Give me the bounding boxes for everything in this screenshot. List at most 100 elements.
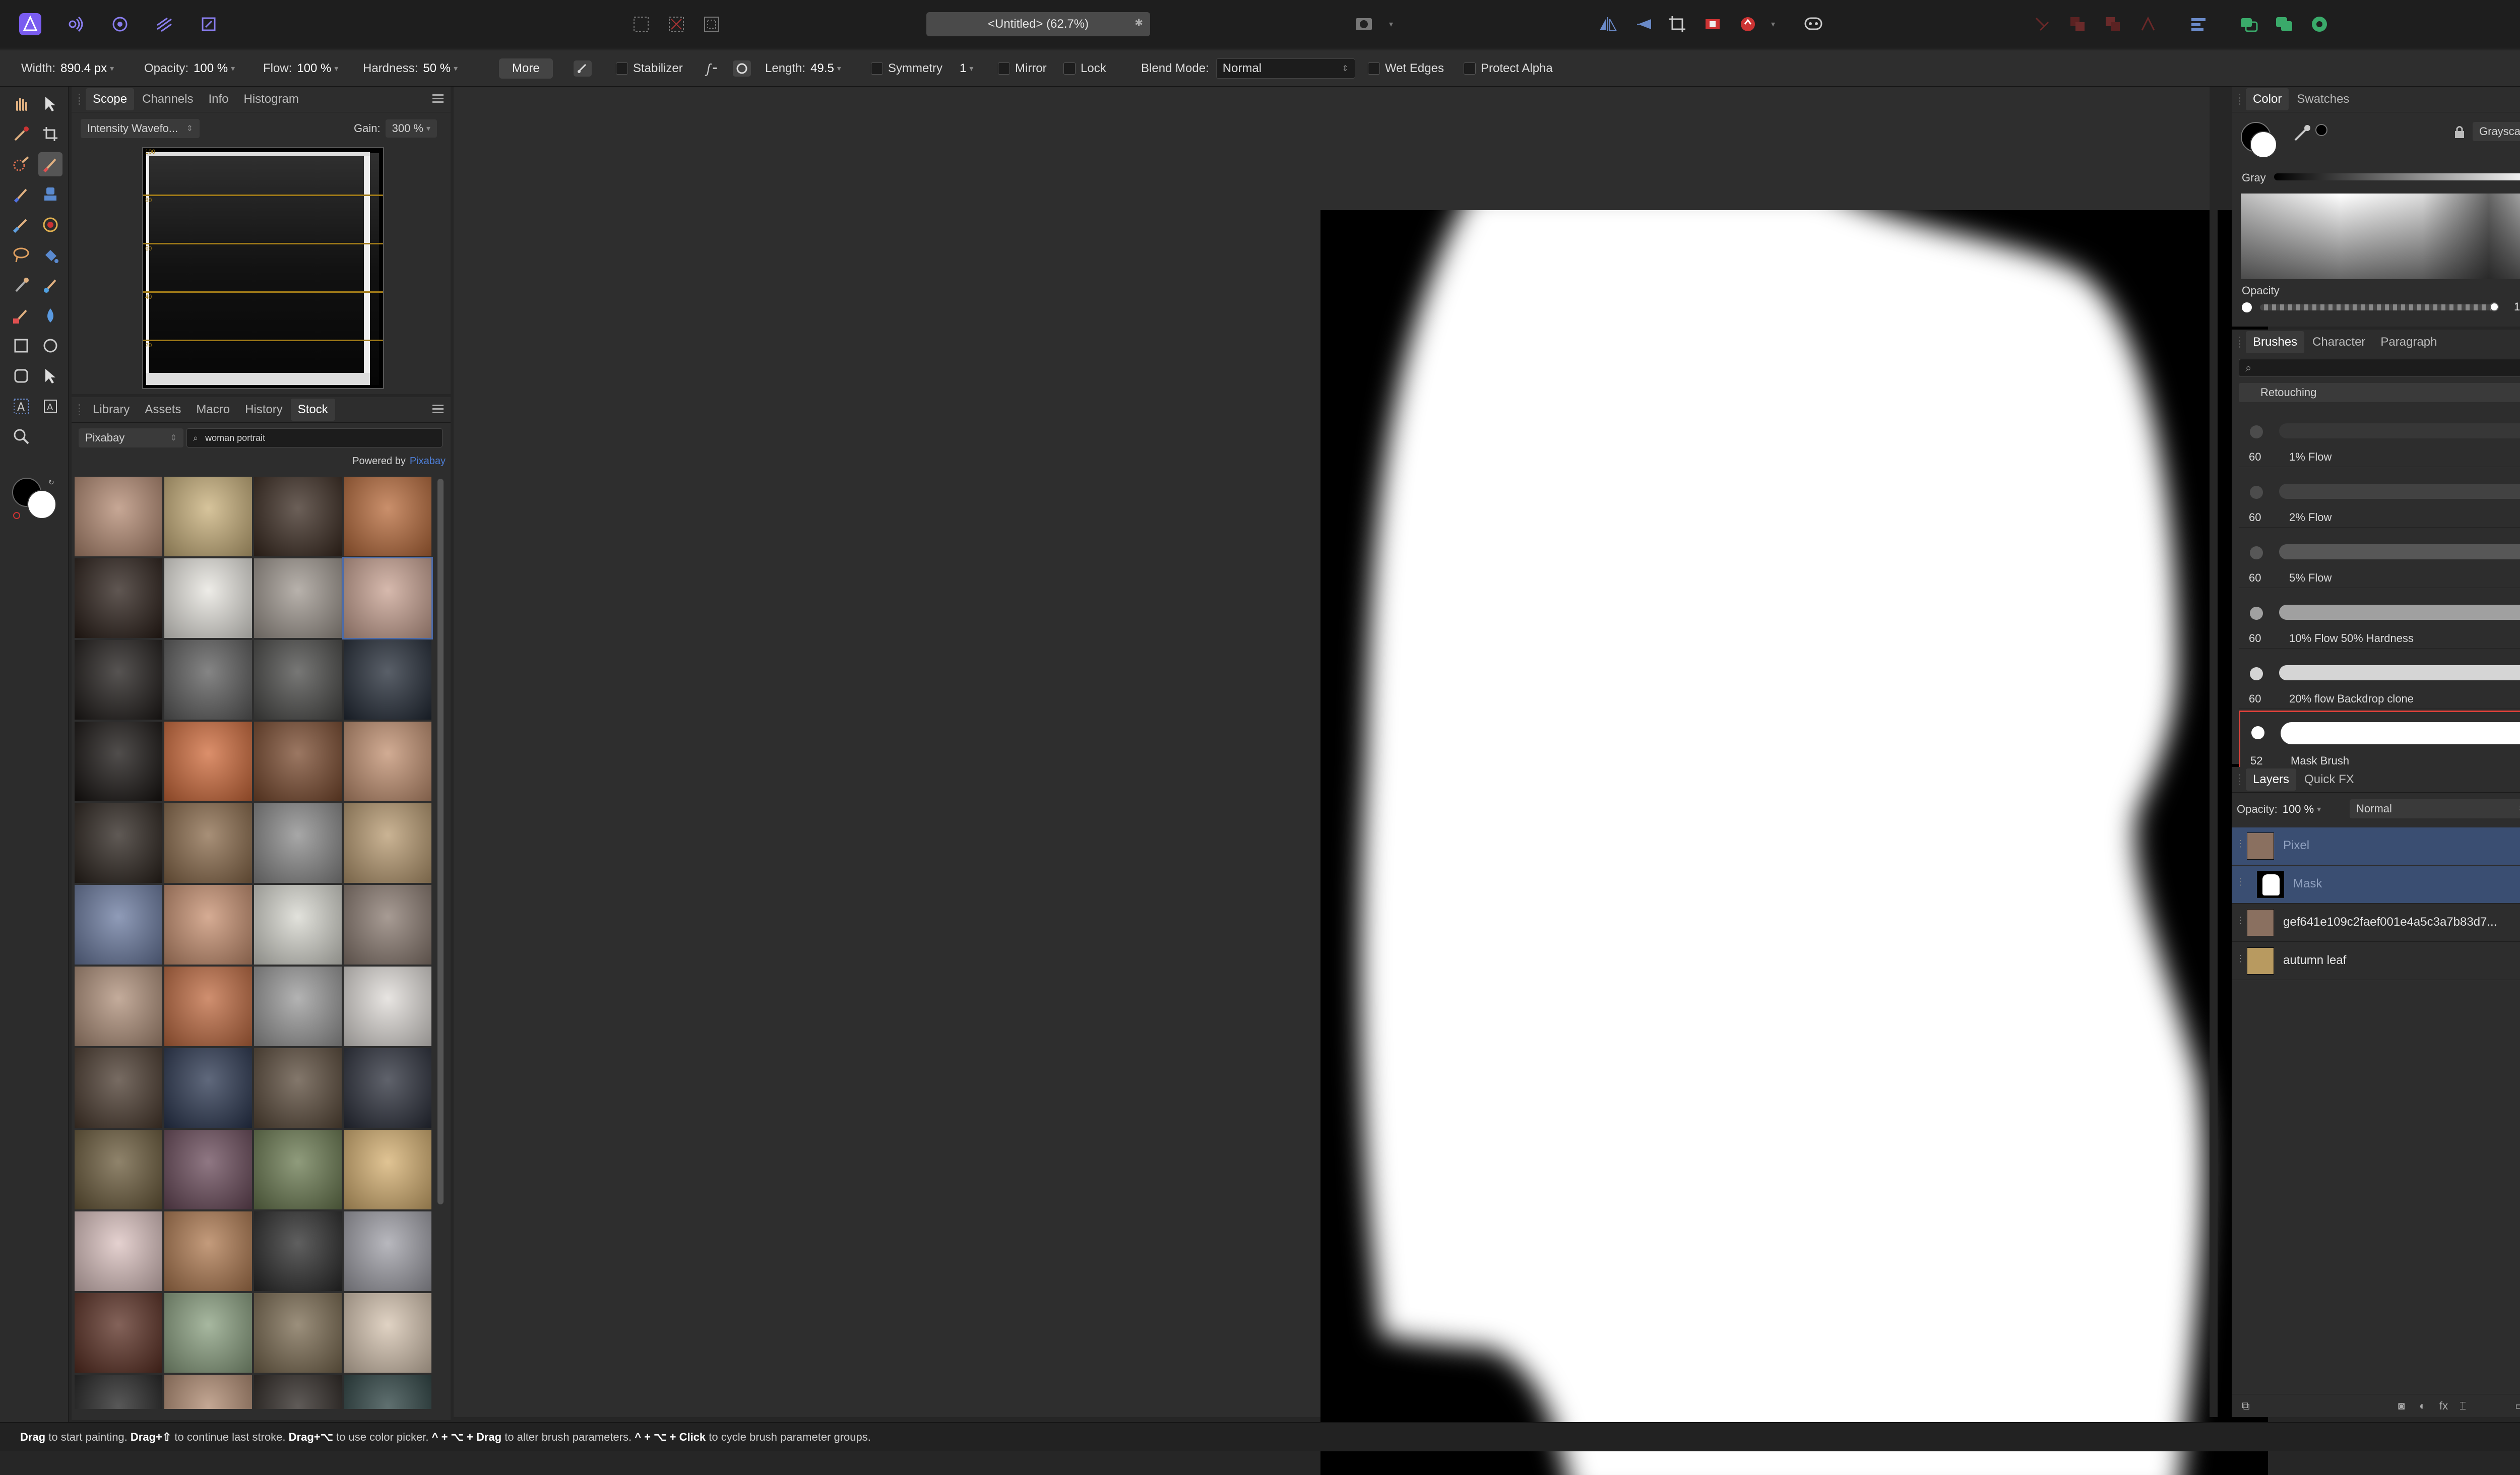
zoom-tool-icon[interactable] bbox=[9, 424, 33, 448]
canvas-area[interactable] bbox=[454, 87, 2268, 1475]
studio-link-icon[interactable] bbox=[2237, 12, 2261, 36]
layer-blend-mode-select[interactable]: Normal ⇕ bbox=[2350, 799, 2520, 818]
color-panel-swatches[interactable] bbox=[2241, 122, 2286, 167]
photo-persona-icon[interactable] bbox=[64, 12, 88, 36]
studio-link-alt-icon[interactable] bbox=[2272, 12, 2296, 36]
stock-thumbnail[interactable] bbox=[344, 803, 431, 883]
secondary-color-swatch[interactable] bbox=[2250, 131, 2277, 158]
lasso-tool-icon[interactable] bbox=[9, 243, 33, 267]
erase-brush-tool-icon[interactable] bbox=[9, 303, 33, 328]
document-title-tab[interactable]: <Untitled> (62.7%) ✱ bbox=[926, 12, 1150, 36]
lock-toggle[interactable]: Lock bbox=[1063, 50, 1106, 87]
tab-macro[interactable]: Macro bbox=[196, 403, 230, 417]
snapping-options-chevron-icon[interactable]: ▾ bbox=[1761, 12, 1785, 36]
panel-grip-icon[interactable] bbox=[79, 94, 84, 105]
node-tool-icon[interactable] bbox=[38, 364, 62, 388]
gradient-tool-icon[interactable] bbox=[38, 303, 62, 328]
hardness-value[interactable]: 50 % bbox=[423, 61, 451, 76]
swap-colors-icon[interactable]: ↻ bbox=[48, 475, 54, 488]
stock-thumbnail[interactable] bbox=[75, 967, 162, 1046]
lock-icon[interactable] bbox=[2453, 125, 2466, 139]
gray-slider[interactable] bbox=[2274, 173, 2520, 180]
mask-layer-icon[interactable]: ◙ bbox=[2398, 1399, 2405, 1413]
wet-edges-checkbox[interactable] bbox=[1368, 62, 1380, 75]
stock-thumbnail[interactable] bbox=[344, 1048, 431, 1128]
brush-item[interactable]: 60 20% flow Backdrop clone bbox=[2239, 650, 2520, 709]
symmetry-toggle[interactable]: Symmetry 1 ▾ bbox=[871, 50, 973, 87]
fill-layer-icon[interactable]: ⌶ bbox=[2460, 1399, 2466, 1413]
develop-persona-icon[interactable] bbox=[152, 12, 176, 36]
protect-alpha-checkbox[interactable] bbox=[1464, 62, 1476, 75]
opacity-value[interactable]: 100 % bbox=[2514, 300, 2520, 313]
align-options-icon[interactable] bbox=[2186, 12, 2211, 36]
protect-alpha-toggle[interactable]: Protect Alpha bbox=[1464, 50, 1553, 87]
paint-brush-tool-icon[interactable] bbox=[38, 152, 62, 176]
stock-thumbnail[interactable] bbox=[164, 1130, 252, 1209]
stock-thumbnail[interactable] bbox=[254, 803, 342, 883]
canvas-vertical-scrollbar[interactable] bbox=[2210, 87, 2218, 1417]
chevron-down-icon[interactable]: ▾ bbox=[110, 63, 114, 74]
tab-histogram[interactable]: Histogram bbox=[244, 92, 299, 106]
stock-thumbnail[interactable] bbox=[164, 885, 252, 965]
frame-text-tool-icon[interactable]: A bbox=[38, 394, 62, 418]
panel-grip-icon[interactable] bbox=[2239, 337, 2244, 348]
mirror-checkbox[interactable] bbox=[998, 62, 1010, 75]
gain-control[interactable]: Gain: 300 % ▾ bbox=[354, 119, 437, 138]
stock-thumbnail[interactable] bbox=[164, 1293, 252, 1373]
invert-selection-icon[interactable] bbox=[700, 12, 724, 36]
stock-thumbnail[interactable] bbox=[254, 558, 342, 638]
stock-thumbnail[interactable] bbox=[75, 722, 162, 801]
stock-thumbnail[interactable] bbox=[344, 967, 431, 1046]
panel-grip-icon[interactable] bbox=[2239, 94, 2244, 105]
tab-character[interactable]: Character bbox=[2312, 335, 2365, 349]
hand-tool-icon[interactable] bbox=[9, 92, 33, 116]
panel-menu-icon[interactable] bbox=[432, 94, 444, 103]
stock-thumbnail[interactable] bbox=[344, 1375, 431, 1409]
brush-item[interactable]: 60 2% Flow bbox=[2239, 469, 2520, 528]
adjustment-layer-icon[interactable]: ◐ bbox=[2419, 1399, 2426, 1413]
length-value[interactable]: 49.5 bbox=[810, 61, 834, 76]
rectangle-marquee-icon[interactable] bbox=[9, 334, 33, 358]
stock-thumbnail[interactable] bbox=[164, 640, 252, 720]
flow-control[interactable]: Flow: 100 % ▾ bbox=[263, 50, 338, 87]
layer-row[interactable]: Mask✎⋮ bbox=[2232, 866, 2520, 904]
lock-checkbox[interactable] bbox=[1063, 62, 1076, 75]
chevron-down-icon[interactable]: ▾ bbox=[837, 63, 841, 74]
chevron-down-icon[interactable]: ▾ bbox=[334, 63, 338, 74]
width-control[interactable]: Width: 890.4 px ▾ bbox=[21, 50, 114, 87]
panel-menu-icon[interactable] bbox=[432, 405, 444, 414]
move-tool-icon[interactable] bbox=[38, 92, 62, 116]
rounded-rectangle-icon[interactable] bbox=[9, 364, 33, 388]
blend-mode-select[interactable]: Normal ⇕ bbox=[1216, 58, 1355, 79]
stock-thumbnail[interactable] bbox=[164, 967, 252, 1046]
brush-options-icon[interactable] bbox=[573, 50, 593, 87]
chevron-down-icon[interactable]: ▾ bbox=[1379, 12, 1403, 36]
snapping-icon[interactable] bbox=[1736, 12, 1760, 36]
stock-thumbnail[interactable] bbox=[254, 1375, 342, 1409]
red-eye-tool-icon[interactable] bbox=[38, 213, 62, 237]
stock-thumbnail[interactable] bbox=[342, 557, 433, 639]
opacity-slider-thumb[interactable] bbox=[2490, 302, 2499, 311]
eyedropper-icon[interactable] bbox=[2292, 123, 2312, 143]
close-document-icon[interactable]: ✱ bbox=[1135, 17, 1143, 29]
chevron-down-icon[interactable]: ▾ bbox=[231, 63, 235, 74]
brush-search-input[interactable]: ⌕ bbox=[2239, 359, 2520, 377]
layer-row[interactable]: Pixel ⋮ bbox=[2232, 827, 2520, 865]
stock-thumbnail[interactable] bbox=[75, 1048, 162, 1128]
crop-tool-icon[interactable] bbox=[38, 122, 62, 146]
stock-thumbnail[interactable] bbox=[75, 1293, 162, 1373]
stock-thumbnail[interactable] bbox=[254, 722, 342, 801]
stock-thumbnail[interactable] bbox=[254, 1130, 342, 1209]
stock-thumbnail[interactable] bbox=[344, 477, 431, 556]
layer-expand-icon[interactable]: ⋮ bbox=[2236, 877, 2245, 887]
designer-persona-icon[interactable] bbox=[2307, 12, 2332, 36]
document-canvas[interactable] bbox=[1320, 210, 2268, 1475]
no-fill-icon[interactable] bbox=[13, 512, 20, 519]
new-group-icon[interactable]: ▭ bbox=[2515, 1399, 2520, 1413]
mirror-toggle[interactable]: Mirror bbox=[998, 50, 1047, 87]
secondary-color-swatch[interactable] bbox=[27, 490, 56, 519]
brush-item[interactable]: 60 5% Flow bbox=[2239, 529, 2520, 588]
crop-icon[interactable] bbox=[1665, 12, 1689, 36]
scope-mode-select[interactable]: Intensity Wavefo... ⇕ bbox=[81, 119, 200, 138]
width-value[interactable]: 890.4 px bbox=[60, 61, 107, 76]
